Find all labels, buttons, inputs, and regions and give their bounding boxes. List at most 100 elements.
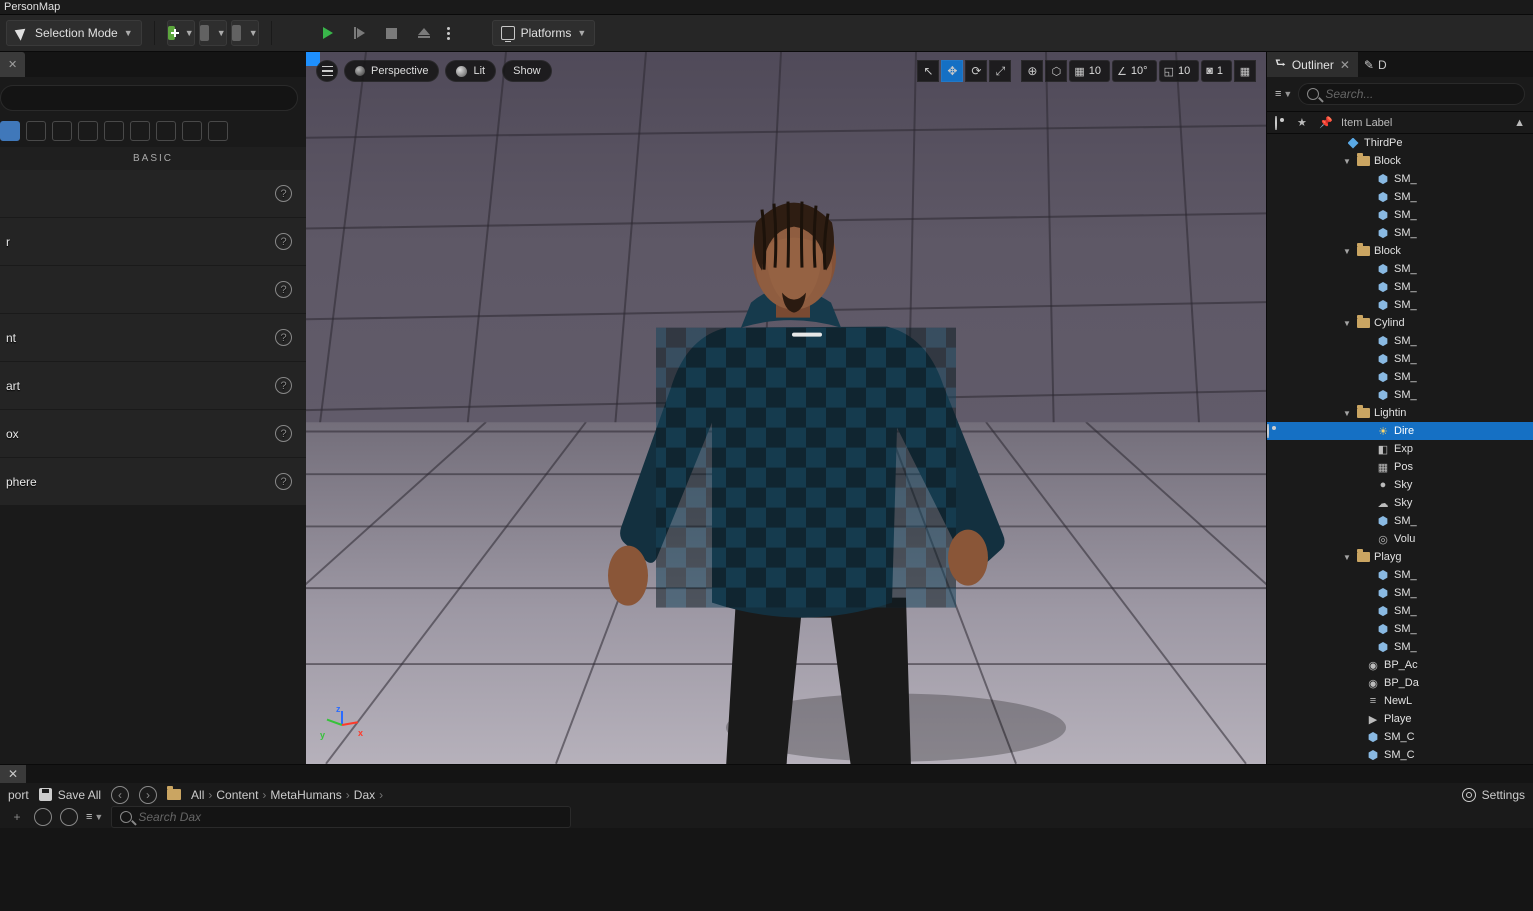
history-back[interactable]: ‹ [111, 786, 129, 804]
rotate-tool[interactable]: ⟳ [965, 60, 987, 82]
create-button[interactable]: ▼ [167, 20, 195, 46]
help-icon[interactable]: ? [275, 473, 292, 490]
camera-speed[interactable]: ◙1 [1201, 60, 1232, 82]
outliner-row[interactable]: ⬢SM_ [1267, 260, 1533, 278]
outliner-row[interactable]: ▼Playg [1267, 548, 1533, 566]
play-options-button[interactable] [442, 20, 456, 46]
outliner-row[interactable]: ☁Sky [1267, 494, 1533, 512]
selection-mode-button[interactable]: Selection Mode ▼ [6, 20, 142, 46]
outliner-row[interactable]: ⬢SM_ [1267, 296, 1533, 314]
actor-item[interactable]: ? [0, 170, 306, 217]
actor-item[interactable]: r? [0, 218, 306, 265]
outliner-row[interactable]: ⬢SM_ [1267, 512, 1533, 530]
actor-item[interactable]: phere? [0, 458, 306, 505]
outliner-row[interactable]: ▼Block [1267, 242, 1533, 260]
outliner-row[interactable]: ⬢SM_ [1267, 224, 1533, 242]
outliner-row[interactable]: ▦Pos [1267, 458, 1533, 476]
outliner-row[interactable]: ⬢SM_ [1267, 368, 1533, 386]
filter-volumes[interactable] [130, 121, 150, 141]
view-option-2[interactable] [60, 808, 78, 826]
place-actors-search[interactable] [0, 85, 298, 111]
help-icon[interactable]: ? [275, 185, 292, 202]
outliner-row[interactable]: ⬢SM_ [1267, 188, 1533, 206]
filter-more1[interactable] [182, 121, 202, 141]
outliner-row[interactable]: ◉BP_Da [1267, 674, 1533, 692]
stop-button[interactable] [378, 20, 406, 46]
help-icon[interactable]: ? [275, 281, 292, 298]
content-tab[interactable]: ✕ [0, 765, 26, 783]
outliner-row[interactable]: ⬢SM_ [1267, 386, 1533, 404]
viewport-layout[interactable]: ▦ [1234, 60, 1256, 82]
bookmark-column[interactable]: ★ [1297, 116, 1311, 129]
filter-shapes[interactable] [52, 121, 72, 141]
label-column[interactable]: Item Label [1341, 117, 1506, 129]
help-icon[interactable]: ? [275, 329, 292, 346]
outliner-filter-button[interactable]: ≡▼ [1275, 88, 1292, 100]
crumb-content[interactable]: Content [216, 788, 258, 802]
filter-cinematic[interactable] [78, 121, 98, 141]
map-tab[interactable]: PersonMap [4, 1, 60, 13]
translate-tool[interactable]: ✥ [941, 60, 963, 82]
lit-mode-button[interactable]: Lit [445, 60, 496, 82]
content-search[interactable]: Search Dax [111, 806, 571, 828]
actor-item[interactable]: ? [0, 266, 306, 313]
history-fwd[interactable]: › [139, 786, 157, 804]
outliner-tab[interactable]: ⮑Outliner✕ [1267, 52, 1358, 77]
outliner-row[interactable]: ●Sky [1267, 476, 1533, 494]
outliner-row[interactable]: ⬢SM_C [1267, 746, 1533, 764]
add-new-button[interactable]: + [8, 808, 26, 826]
outliner-row[interactable]: ⬢SM_ [1267, 620, 1533, 638]
eject-button[interactable] [410, 20, 438, 46]
close-icon[interactable]: ✕ [1340, 58, 1350, 72]
filter-basic[interactable] [0, 121, 20, 141]
outliner-row[interactable]: ⬢SM_ [1267, 566, 1533, 584]
outliner-row[interactable]: ⬢SM_ [1267, 584, 1533, 602]
outliner-row[interactable]: ≡NewL [1267, 692, 1533, 710]
outliner-row[interactable]: ⬢SM_ [1267, 638, 1533, 656]
outliner-row[interactable]: ☀Dire [1267, 422, 1533, 440]
toolbar-button-1[interactable]: ▼ [199, 20, 227, 46]
outliner-row[interactable]: ▼Lightin [1267, 404, 1533, 422]
details-tab[interactable]: ✎D [1358, 52, 1393, 77]
outliner-search[interactable]: Search... [1298, 83, 1525, 105]
coord-space[interactable]: ⊕ [1021, 60, 1043, 82]
select-tool[interactable]: ↖ [917, 60, 939, 82]
view-option-1[interactable] [34, 808, 52, 826]
crumb-metahumans[interactable]: MetaHumans [270, 788, 341, 802]
actor-item[interactable]: art? [0, 362, 306, 409]
surface-snap[interactable]: ⬡ [1045, 60, 1067, 82]
outliner-row[interactable]: ▶Playe [1267, 710, 1533, 728]
content-filter[interactable]: ≡▼ [86, 811, 103, 823]
outliner-row[interactable]: ⬢SM_ [1267, 206, 1533, 224]
rotation-snap[interactable]: ∠10° [1112, 60, 1157, 82]
outliner-row[interactable]: ⬢SM_C [1267, 728, 1533, 746]
outliner-row[interactable]: ⬢SM_ [1267, 170, 1533, 188]
panel-tab[interactable]: ✕ [0, 52, 25, 77]
save-all-button[interactable]: Save All [39, 788, 101, 802]
outliner-row[interactable]: ▼Block [1267, 152, 1533, 170]
visibility-column[interactable] [1275, 117, 1289, 129]
filter-visual[interactable] [104, 121, 124, 141]
outliner-row[interactable]: ◧Exp [1267, 440, 1533, 458]
filter-more2[interactable] [208, 121, 228, 141]
outliner-row[interactable]: ⬢SM_ [1267, 278, 1533, 296]
play-next-button[interactable] [346, 20, 374, 46]
close-icon[interactable]: ✕ [8, 767, 18, 781]
settings-button[interactable]: Settings [1482, 788, 1525, 802]
crumb-all[interactable]: All [191, 788, 204, 802]
outliner-row[interactable]: ◎Volu [1267, 530, 1533, 548]
outliner-row[interactable]: ⬢SM_ [1267, 350, 1533, 368]
folder-icon[interactable] [167, 789, 181, 800]
perspective-button[interactable]: Perspective [344, 60, 439, 82]
outliner-row[interactable]: ThirdPe [1267, 134, 1533, 152]
outliner-row[interactable]: ⬢SM_ [1267, 602, 1533, 620]
play-button[interactable] [314, 20, 342, 46]
viewport-menu-button[interactable] [316, 60, 338, 82]
import-button[interactable]: port [8, 788, 29, 802]
scale-snap[interactable]: ◱10 [1159, 60, 1200, 82]
outliner-row[interactable]: ▼Cylind [1267, 314, 1533, 332]
close-icon[interactable]: ✕ [8, 58, 17, 71]
filter-all[interactable] [156, 121, 176, 141]
actor-item[interactable]: ox? [0, 410, 306, 457]
actor-item[interactable]: nt? [0, 314, 306, 361]
